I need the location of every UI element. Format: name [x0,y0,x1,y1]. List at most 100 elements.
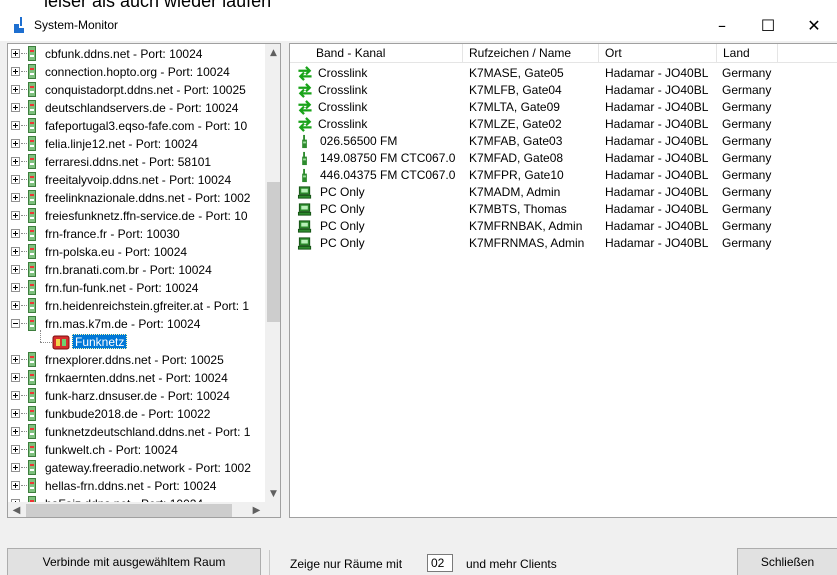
tree-server-label: funknetzdeutschland.ddns.net - Port: 1 [45,425,251,439]
tree-server-item[interactable]: funkbude2018.de - Port: 10022 [8,405,265,423]
maximize-icon: ☐ [760,15,776,35]
crosslink-icon [298,117,312,132]
server-icon [28,442,36,457]
min-clients-input[interactable]: 02 [427,554,453,572]
tree-server-item[interactable]: funk-harz.dnsuser.de - Port: 10024 [8,387,265,405]
close-dialog-button[interactable]: Schließen [737,548,837,575]
tree-connector [21,53,27,54]
cell-callsign: K7MFPR, Gate10 [469,168,564,182]
list-row[interactable]: 446.04375 FM CTC067.0 K7MFPR, Gate10 Hadam… [290,167,837,184]
hscroll-thumb[interactable] [26,504,232,517]
expand-icon[interactable] [11,301,20,310]
column-callsign[interactable]: Rufzeichen / Name [463,44,599,63]
expand-icon[interactable] [11,175,20,184]
tree-connector [21,431,27,432]
cell-ort: Hadamar - JO40BL [605,117,709,131]
column-ort[interactable]: Ort [599,44,717,63]
tree-server-item[interactable]: fafeportugal3.eqso-fafe.com - Port: 10 [8,117,265,135]
client-list[interactable]: Band - Kanal Rufzeichen / Name Ort Land … [289,43,837,518]
expand-icon[interactable] [11,283,20,292]
tree-horizontal-scrollbar[interactable]: ◀ ▶ [8,502,265,517]
expand-icon[interactable] [11,373,20,382]
tree-server-item[interactable]: gateway.freeradio.network - Port: 1002 [8,459,265,477]
tree-connector [21,197,27,198]
tree-server-item[interactable]: haFaiz.ddns.net - Port: 10024 [8,495,265,502]
expand-icon[interactable] [11,157,20,166]
pc-icon [297,237,312,250]
server-icon [28,388,36,403]
expand-icon[interactable] [11,139,20,148]
tree-server-item[interactable]: freeitalyvoip.ddns.net - Port: 10024 [8,171,265,189]
tree-server-item[interactable]: funkwelt.ch - Port: 10024 [8,441,265,459]
tree-connector [21,359,27,360]
expand-icon[interactable] [11,247,20,256]
tree-server-label: ferraresi.ddns.net - Port: 58101 [45,155,212,169]
tree-server-item[interactable]: ferraresi.ddns.net - Port: 58101 [8,153,265,171]
tree-server-item[interactable]: connection.hopto.org - Port: 10024 [8,63,265,81]
expand-icon[interactable] [11,103,20,112]
scroll-down-icon[interactable]: ▼ [265,485,280,502]
expand-icon[interactable] [11,463,20,472]
expand-icon[interactable] [11,229,20,238]
list-row[interactable]: Crosslink K7MLFB, Gate04 Hadamar - JO40BL G… [290,82,837,99]
expand-icon[interactable] [11,85,20,94]
tree-connector [21,251,27,252]
tree-server-item[interactable]: freelinknazionale.ddns.net - Port: 1002 [8,189,265,207]
list-row[interactable]: PC Only K7MBTS, Thomas Hadamar - JO40BL Ger… [290,201,837,218]
expand-icon[interactable] [11,481,20,490]
list-row[interactable]: 026.56500 FM K7MFAB, Gate03 Hadamar - JO40… [290,133,837,150]
expand-icon[interactable] [11,49,20,58]
cell-ort: Hadamar - JO40BL [605,202,709,216]
tree-server-item[interactable]: frn-polska.eu - Port: 10024 [8,243,265,261]
tree-room-item[interactable]: Funknetz [8,330,265,351]
close-button[interactable]: ✕ [791,9,837,41]
tree-server-item[interactable]: hellas-frn.ddns.net - Port: 10024 [8,477,265,495]
tree-server-item[interactable]: frn.fun-funk.net - Port: 10024 [8,279,265,297]
expand-icon[interactable] [11,409,20,418]
expand-icon[interactable] [11,211,20,220]
tree-server-item[interactable]: frnexplorer.ddns.net - Port: 10025 [8,351,265,369]
scroll-up-icon[interactable]: ▲ [265,44,280,61]
tree-server-item[interactable]: frn-france.fr - Port: 10030 [8,225,265,243]
column-band[interactable]: Band - Kanal [310,44,463,63]
list-row[interactable]: Crosslink K7MLZE, Gate02 Hadamar - JO40BL G… [290,116,837,133]
server-tree[interactable]: cbfunk.ddns.net - Port: 10024 connection.… [7,43,281,518]
tree-server-item[interactable]: felia.linje12.net - Port: 10024 [8,135,265,153]
cell-callsign: K7MFAB, Gate03 [469,134,563,148]
maximize-button[interactable]: ☐ [745,9,791,41]
expand-icon[interactable] [11,391,20,400]
list-row[interactable]: Crosslink K7MASE, Gate05 Hadamar - JO40BL G… [290,65,837,82]
clipped-background-text: leiser als auch wieder laufen [0,0,837,9]
separator [269,550,270,575]
expand-icon[interactable] [11,193,20,202]
minimize-button[interactable]: – [699,9,745,41]
tree-server-item[interactable]: conquistadorpt.ddns.net - Port: 10025 [8,81,265,99]
list-row[interactable]: PC Only K7MFRNBAK, Admin Hadamar - JO40BL G… [290,218,837,235]
connect-room-button[interactable]: Verbinde mit ausgewähltem Raum [7,548,261,575]
tree-server-item[interactable]: frn.mas.k7m.de - Port: 10024 [8,315,265,333]
expand-icon[interactable] [11,427,20,436]
tree-server-item[interactable]: frnkaernten.ddns.net - Port: 10024 [8,369,265,387]
tree-server-item[interactable]: frn.branati.com.br - Port: 10024 [8,261,265,279]
tree-server-item[interactable]: frn.heidenreichstein.gfreiter.at - Port:… [8,297,265,315]
column-land[interactable]: Land [717,44,778,63]
expand-icon[interactable] [11,355,20,364]
expand-icon[interactable] [11,265,20,274]
tree-server-item[interactable]: cbfunk.ddns.net - Port: 10024 [8,45,265,63]
tree-server-item[interactable]: funknetzdeutschland.ddns.net - Port: 1 [8,423,265,441]
expand-icon[interactable] [11,67,20,76]
tree-vertical-scrollbar[interactable]: ▲ ▼ [265,44,280,502]
list-row[interactable]: Crosslink K7MLTA, Gate09 Hadamar - JO40BL G… [290,99,837,116]
scroll-left-icon[interactable]: ◀ [8,502,25,517]
scroll-thumb[interactable] [267,182,280,322]
tree-server-item[interactable]: freiesfunknetz.ffn-service.de - Port: 10 [8,207,265,225]
pc-icon [297,203,312,216]
expand-icon[interactable] [11,445,20,454]
scroll-right-icon[interactable]: ▶ [248,502,265,517]
list-row[interactable]: PC Only K7MADM, Admin Hadamar - JO40BL Germ… [290,184,837,201]
collapse-icon[interactable] [11,319,20,328]
list-row[interactable]: PC Only K7MFRNMAS, Admin Hadamar - JO40BL G… [290,235,837,252]
expand-icon[interactable] [11,121,20,130]
list-row[interactable]: 149.08750 FM CTC067.0 K7MFAD, Gate08 Hadam… [290,150,837,167]
tree-server-item[interactable]: deutschlandservers.de - Port: 10024 [8,99,265,117]
